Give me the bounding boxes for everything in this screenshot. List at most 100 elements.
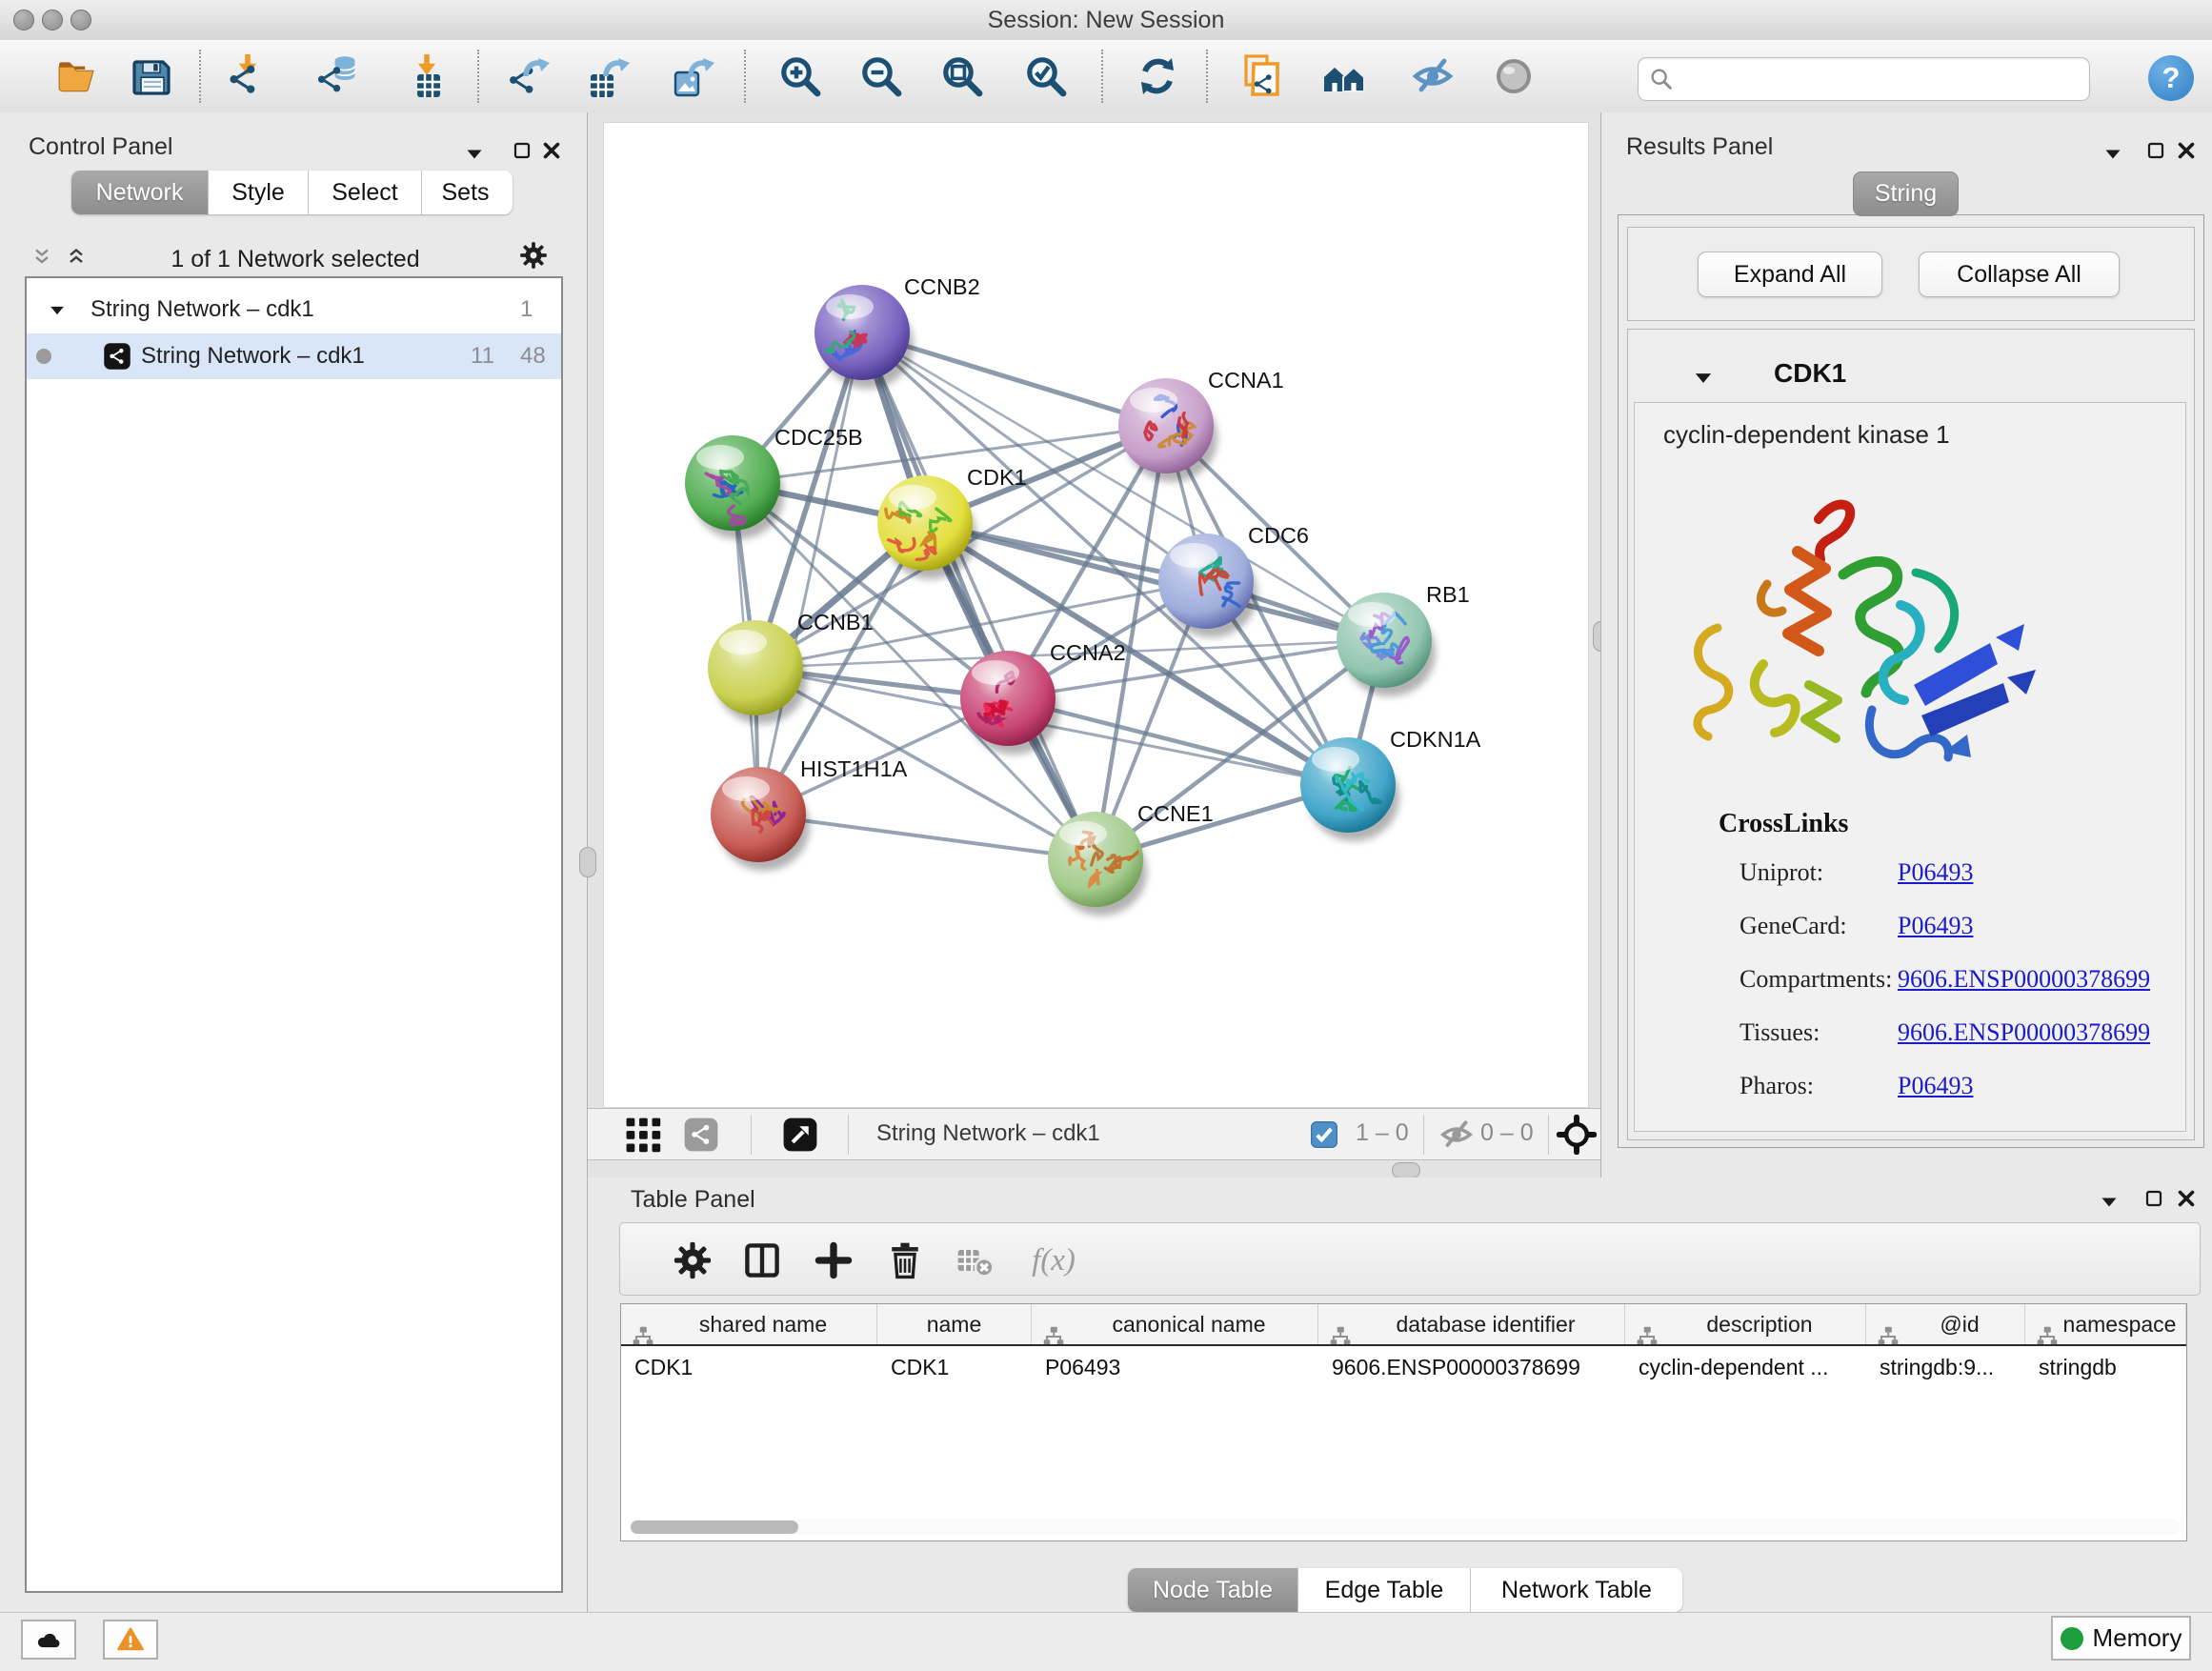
left-splitter-handle[interactable]: [579, 847, 596, 877]
results-panel-menu-icon[interactable]: [2101, 143, 2124, 166]
selected-checkbox-icon[interactable]: [1309, 1119, 1339, 1150]
collapse-all-button[interactable]: Collapse All: [1919, 252, 2120, 297]
search-field[interactable]: [1638, 57, 2090, 101]
network-node-label: HIST1H1A: [800, 756, 908, 781]
column-header-shared-name[interactable]: shared name: [621, 1304, 877, 1344]
column-header-canonical-name[interactable]: canonical name: [1032, 1304, 1318, 1344]
results-panel-close-icon[interactable]: [2175, 139, 2198, 162]
network-node-label: CCNB2: [904, 274, 980, 299]
expand-all-button[interactable]: Expand All: [1698, 252, 1882, 297]
bottom-splitter-handle[interactable]: [1392, 1162, 1420, 1178]
crosslink-link[interactable]: 9606.ENSP00000378699: [1898, 965, 2150, 994]
table-cell[interactable]: P06493: [1032, 1346, 1318, 1388]
show-all-button[interactable]: [1487, 50, 1540, 103]
horizontal-scrollbar[interactable]: [629, 1520, 2181, 1535]
table-cell[interactable]: 9606.ENSP00000378699: [1318, 1346, 1625, 1388]
birdseye-view-icon[interactable]: [782, 1117, 818, 1153]
crosslink-label: GeneCard:: [1739, 912, 1847, 940]
import-table-button[interactable]: [400, 50, 453, 103]
grid-view-icon[interactable]: [625, 1117, 661, 1153]
memory-button[interactable]: Memory: [2051, 1616, 2191, 1661]
zoom-out-button[interactable]: [855, 50, 908, 103]
network-node-CDC6[interactable]: CDC6: [1158, 523, 1309, 637]
new-network-from-selection-button[interactable]: [1237, 50, 1290, 103]
network-view-mode-icon[interactable]: [683, 1117, 719, 1153]
table-panel-float-icon[interactable]: [2142, 1187, 2165, 1210]
export-table-button[interactable]: [583, 50, 636, 103]
table-cell[interactable]: stringdb:9...: [1866, 1346, 2025, 1388]
search-input[interactable]: [1682, 65, 2081, 93]
tab-node-table[interactable]: Node Table: [1128, 1568, 1298, 1612]
network-canvas[interactable]: CCNB2CCNA1CDC25BCDK1CDC6RB1CCNB1CCNA2CDK…: [603, 122, 1589, 1108]
clear-grid-button: [952, 1237, 999, 1284]
network-node-CCNB1[interactable]: CCNB1: [708, 610, 874, 724]
crosslink-link[interactable]: P06493: [1898, 858, 1973, 887]
import-network-from-database-button[interactable]: [312, 50, 365, 103]
control-panel-menu-icon[interactable]: [463, 143, 486, 166]
export-image-button[interactable]: [668, 50, 721, 103]
memory-status-dot: [2061, 1627, 2083, 1650]
cloud-button[interactable]: [21, 1620, 76, 1660]
table-cell[interactable]: CDK1: [877, 1346, 1032, 1388]
column-header-name[interactable]: name: [877, 1304, 1032, 1344]
network-tree-child-row[interactable]: String Network – cdk1 11 48: [27, 333, 561, 379]
save-session-button[interactable]: [126, 50, 179, 103]
scrollbar-thumb[interactable]: [631, 1520, 798, 1534]
control-panel-close-icon[interactable]: [540, 139, 563, 162]
expand-all-networks-icon[interactable]: [65, 246, 88, 269]
network-node-HIST1H1A[interactable]: HIST1H1A: [711, 756, 908, 871]
table-cell[interactable]: cyclin-dependent ...: [1625, 1346, 1866, 1388]
collapse-all-networks-icon[interactable]: [30, 246, 53, 269]
table-cell[interactable]: stringdb: [2025, 1346, 2186, 1388]
column-header-description[interactable]: description: [1625, 1304, 1866, 1344]
entry-collapse-icon[interactable]: [1691, 366, 1716, 391]
hide-selected-button[interactable]: [1406, 50, 1459, 103]
refresh-button[interactable]: [1131, 50, 1184, 103]
tab-style[interactable]: Style: [209, 171, 309, 214]
crosslink-link[interactable]: P06493: [1898, 1072, 1973, 1100]
network-node-RB1[interactable]: RB1: [1337, 582, 1470, 696]
hidden-eye-icon[interactable]: [1438, 1117, 1475, 1153]
pan-crosshair-icon[interactable]: [1557, 1115, 1597, 1155]
settings-button[interactable]: [669, 1237, 716, 1284]
tree-expand-icon[interactable]: [47, 300, 68, 321]
network-node-CDKN1A[interactable]: CDKN1A: [1300, 727, 1481, 841]
results-panel-float-icon[interactable]: [2144, 139, 2167, 162]
tab-edge-table[interactable]: Edge Table: [1298, 1568, 1471, 1612]
tab-network[interactable]: Network: [71, 171, 209, 214]
network-node-CDC25B[interactable]: CDC25B: [685, 425, 863, 539]
control-panel-float-icon[interactable]: [511, 139, 533, 162]
tab-network-table[interactable]: Network Table: [1471, 1568, 1682, 1612]
crosslink-link[interactable]: 9606.ENSP00000378699: [1898, 1018, 2150, 1047]
show-home-panels-button[interactable]: [1317, 50, 1371, 103]
column-header-namespace[interactable]: namespace: [2025, 1304, 2186, 1344]
column-header-database-identifier[interactable]: database identifier: [1318, 1304, 1625, 1344]
open-session-button[interactable]: [50, 50, 104, 103]
import-network-from-file-button[interactable]: [221, 50, 274, 103]
tab-sets[interactable]: Sets: [422, 171, 509, 214]
tab-select[interactable]: Select: [309, 171, 422, 214]
zoom-selected-button[interactable]: [1019, 50, 1073, 103]
table-panel-close-icon[interactable]: [2175, 1187, 2198, 1210]
export-network-button[interactable]: [503, 50, 556, 103]
table-panel-menu-icon[interactable]: [2098, 1191, 2121, 1214]
warning-button[interactable]: [103, 1620, 158, 1660]
table-cell[interactable]: CDK1: [621, 1346, 877, 1388]
title-bar: Session: New Session: [0, 0, 2212, 41]
delete-column-button[interactable]: [881, 1237, 929, 1284]
zoom-in-button[interactable]: [774, 50, 827, 103]
split-columns-button[interactable]: [738, 1237, 786, 1284]
help-button[interactable]: ?: [2148, 55, 2194, 101]
network-tree-root-row[interactable]: String Network – cdk1 1: [27, 288, 561, 333]
network-node-CCNA1[interactable]: CCNA1: [1118, 368, 1284, 482]
crosslink-link[interactable]: P06493: [1898, 912, 1973, 940]
network-node-CCNE1[interactable]: CCNE1: [1048, 801, 1214, 916]
tab-string[interactable]: String: [1853, 171, 1959, 216]
network-options-gear-icon[interactable]: [518, 240, 549, 271]
network-node-CCNB2[interactable]: CCNB2: [814, 274, 980, 389]
table-row[interactable]: CDK1CDK1P064939606.ENSP00000378699cyclin…: [621, 1346, 2186, 1388]
zoom-fit-button[interactable]: [935, 50, 989, 103]
crosslink-label: Pharos:: [1739, 1072, 1814, 1100]
column-header--id[interactable]: @id: [1866, 1304, 2025, 1344]
add-column-button[interactable]: [810, 1237, 857, 1284]
